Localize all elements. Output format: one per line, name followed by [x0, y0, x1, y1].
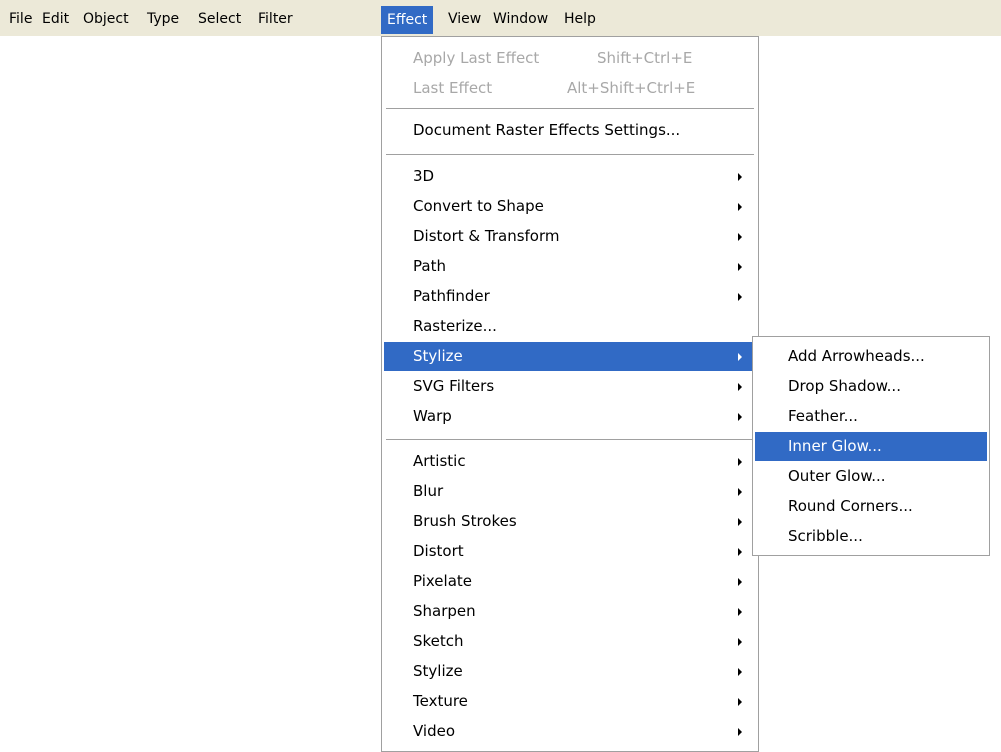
submenu-arrow-icon: [738, 203, 742, 211]
submenu-arrow-icon: [738, 173, 742, 181]
menu-window[interactable]: Window: [489, 9, 552, 29]
menu-item-label: Document Raster Effects Settings...: [413, 121, 681, 139]
menu-item-label: Warp: [413, 407, 452, 425]
menu-object[interactable]: Object: [79, 9, 133, 29]
menu-item-sharpen[interactable]: Sharpen: [384, 597, 756, 626]
menu-item-document-raster-effects-settings[interactable]: Document Raster Effects Settings...: [384, 116, 756, 145]
menu-item-label: Texture: [413, 692, 468, 710]
menu-view[interactable]: View: [444, 9, 485, 29]
submenu-arrow-icon: [738, 488, 742, 496]
menu-item-distort-and-transform[interactable]: Distort & Transform: [384, 222, 756, 251]
menu-item-label: Pathfinder: [413, 287, 490, 305]
submenu-arrow-icon: [738, 293, 742, 301]
menu-item-label: Path: [413, 257, 446, 275]
submenu-arrow-icon: [738, 353, 742, 361]
submenu-arrow-icon: [738, 578, 742, 586]
submenu-arrow-icon: [738, 458, 742, 466]
menu-item-label: Scribble...: [788, 527, 863, 545]
menu-item-svg-filters[interactable]: SVG Filters: [384, 372, 756, 401]
menu-item-label: Brush Strokes: [413, 512, 517, 530]
menu-separator: [386, 439, 754, 441]
shortcut-label: Shift+Ctrl+E: [597, 49, 693, 67]
submenu-arrow-icon: [738, 698, 742, 706]
menu-item-artistic[interactable]: Artistic: [384, 447, 756, 476]
menu-item-label: Sharpen: [413, 602, 476, 620]
menu-filter[interactable]: Filter: [254, 9, 297, 29]
menu-item-apply-last-effect[interactable]: Apply Last Effect Shift+Ctrl+E: [384, 44, 756, 73]
submenu-item-drop-shadow[interactable]: Drop Shadow...: [755, 372, 987, 401]
menu-type[interactable]: Type: [143, 9, 183, 29]
menu-item-rasterize[interactable]: Rasterize...: [384, 312, 756, 341]
menu-item-convert-to-shape[interactable]: Convert to Shape: [384, 192, 756, 221]
menu-separator: [386, 108, 754, 110]
menu-item-label: Stylize: [413, 662, 463, 680]
submenu-arrow-icon: [738, 548, 742, 556]
menu-effect[interactable]: Effect: [381, 6, 434, 34]
submenu-arrow-icon: [738, 638, 742, 646]
menu-item-last-effect[interactable]: Last Effect Alt+Shift+Ctrl+E: [384, 74, 756, 103]
menu-item-label: 3D: [413, 167, 435, 185]
menu-edit[interactable]: Edit: [38, 9, 73, 29]
menu-file[interactable]: File: [5, 9, 36, 29]
submenu-item-inner-glow[interactable]: Inner Glow...: [755, 432, 987, 461]
submenu-arrow-icon: [738, 518, 742, 526]
menu-item-pathfinder[interactable]: Pathfinder: [384, 282, 756, 311]
menu-item-path[interactable]: Path: [384, 252, 756, 281]
submenu-arrow-icon: [738, 263, 742, 271]
menu-item-label: Blur: [413, 482, 444, 500]
menu-item-label: Apply Last Effect: [413, 49, 540, 67]
menu-separator: [386, 154, 754, 156]
menu-item-label: Video: [413, 722, 456, 740]
menu-item-label: Sketch: [413, 632, 464, 650]
menu-item-distort[interactable]: Distort: [384, 537, 756, 566]
submenu-arrow-icon: [738, 413, 742, 421]
menu-item-label: Round Corners...: [788, 497, 913, 515]
submenu-item-round-corners[interactable]: Round Corners...: [755, 492, 987, 521]
menu-item-pixelate[interactable]: Pixelate: [384, 567, 756, 596]
menu-item-label: Outer Glow...: [788, 467, 886, 485]
submenu-item-scribble[interactable]: Scribble...: [755, 522, 987, 551]
menu-bar: File Edit Object Type Select Filter Effe…: [0, 0, 1001, 36]
submenu-item-feather[interactable]: Feather...: [755, 402, 987, 431]
menu-item-label: Artistic: [413, 452, 466, 470]
menu-item-blur[interactable]: Blur: [384, 477, 756, 506]
menu-item-texture[interactable]: Texture: [384, 687, 756, 716]
menu-item-label: Distort: [413, 542, 464, 560]
menu-help[interactable]: Help: [560, 9, 600, 29]
menu-item-brush-strokes[interactable]: Brush Strokes: [384, 507, 756, 536]
menu-item-label: Stylize: [413, 347, 463, 365]
menu-item-label: Inner Glow...: [788, 437, 882, 455]
submenu-item-outer-glow[interactable]: Outer Glow...: [755, 462, 987, 491]
menu-item-stylize-photoshop[interactable]: Stylize: [384, 657, 756, 686]
menu-item-label: Distort & Transform: [413, 227, 560, 245]
shortcut-label: Alt+Shift+Ctrl+E: [567, 79, 696, 97]
submenu-arrow-icon: [738, 728, 742, 736]
menu-item-video[interactable]: Video: [384, 717, 756, 746]
menu-item-label: Add Arrowheads...: [788, 347, 925, 365]
menu-item-label: Rasterize...: [413, 317, 497, 335]
menu-select[interactable]: Select: [194, 9, 245, 29]
menu-item-label: Feather...: [788, 407, 858, 425]
menu-item-stylize[interactable]: Stylize: [384, 342, 756, 371]
submenu-arrow-icon: [738, 383, 742, 391]
menu-item-3d[interactable]: 3D: [384, 162, 756, 191]
menu-item-label: Last Effect: [413, 79, 493, 97]
submenu-arrow-icon: [738, 608, 742, 616]
menu-item-sketch[interactable]: Sketch: [384, 627, 756, 656]
submenu-arrow-icon: [738, 233, 742, 241]
menu-item-label: Convert to Shape: [413, 197, 544, 215]
submenu-arrow-icon: [738, 668, 742, 676]
menu-item-label: Pixelate: [413, 572, 472, 590]
submenu-item-add-arrowheads[interactable]: Add Arrowheads...: [755, 342, 987, 371]
menu-item-label: SVG Filters: [413, 377, 495, 395]
effect-menu: Apply Last Effect Shift+Ctrl+E Last Effe…: [381, 36, 759, 752]
menu-item-label: Drop Shadow...: [788, 377, 901, 395]
menu-item-warp[interactable]: Warp: [384, 402, 756, 431]
stylize-submenu: Add Arrowheads... Drop Shadow... Feather…: [752, 336, 990, 556]
